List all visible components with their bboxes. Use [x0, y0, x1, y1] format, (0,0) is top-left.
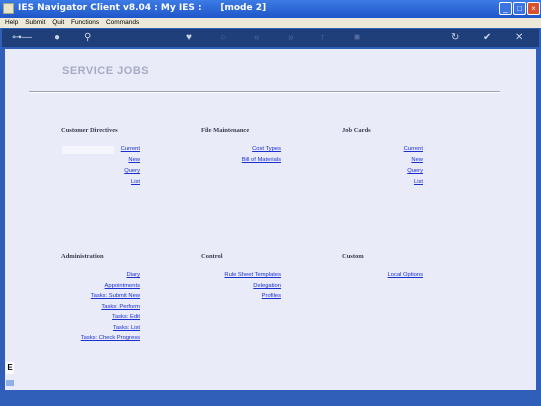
app-window: IES Navigator Client v8.04 : My IES : [m…	[0, 0, 541, 406]
forward-icon[interactable]: »	[288, 32, 294, 44]
main-content: SERVICE JOBS Customer Directives Current…	[5, 49, 536, 390]
tasks-check-progress-link[interactable]: Tasks: Check Progress	[81, 335, 140, 341]
customer-directives-list-link[interactable]: List	[131, 179, 140, 185]
customer-directives-query-link[interactable]: Query	[124, 168, 140, 174]
close-window-button[interactable]: ×	[527, 2, 540, 15]
section-heading-control: Control	[201, 253, 223, 260]
back-icon[interactable]: «	[254, 32, 260, 44]
section-heading-customer-directives: Customer Directives	[61, 127, 118, 134]
status-bar	[0, 391, 541, 406]
key-icon[interactable]: ⊶—	[12, 32, 32, 44]
section-heading-custom: Custom	[342, 253, 364, 260]
profiles-link[interactable]: Profiles	[262, 293, 281, 299]
menu-submit[interactable]: Submit	[25, 18, 45, 28]
section-heading-administration: Administration	[61, 253, 104, 260]
window-title: IES Navigator Client v8.04 : My IES : [m…	[18, 3, 267, 13]
menu-commands[interactable]: Commands	[106, 18, 139, 28]
refresh-icon[interactable]: ↻	[451, 32, 459, 44]
rule-sheet-templates-link[interactable]: Rule Sheet Templates	[224, 272, 281, 278]
check-icon[interactable]: ✔	[483, 32, 491, 44]
minimize-button[interactable]: _	[499, 2, 512, 15]
app-icon	[3, 3, 14, 14]
diary-link[interactable]: Diary	[126, 272, 140, 278]
local-options-link[interactable]: Local Options	[388, 272, 423, 278]
tasks-perform-link[interactable]: Tasks: Perform	[101, 304, 140, 310]
stop-icon[interactable]: ■	[354, 32, 360, 44]
upload-icon[interactable]: ↑	[320, 32, 325, 44]
side-app-icon[interactable]: E	[6, 362, 14, 374]
menu-quit[interactable]: Quit	[52, 18, 64, 28]
job-cards-list-link[interactable]: List	[414, 179, 423, 185]
bill-of-materials-link[interactable]: Bill of Materials	[242, 157, 281, 163]
side-bar-icon	[6, 380, 14, 386]
circle-icon[interactable]: ○	[220, 32, 226, 44]
section-heading-job-cards: Job Cards	[342, 127, 371, 134]
title-bar: IES Navigator Client v8.04 : My IES : [m…	[0, 0, 541, 18]
search-icon[interactable]: ⚲	[84, 32, 91, 44]
customer-directives-new-link[interactable]: New	[128, 157, 140, 163]
tasks-submit-new-link[interactable]: Tasks: Submit New	[91, 293, 140, 299]
menu-bar: Help Submit Quit Functions Commands	[0, 18, 541, 28]
tasks-list-link[interactable]: Tasks: List	[113, 325, 140, 331]
appointments-link[interactable]: Appointments	[105, 283, 140, 289]
job-cards-query-link[interactable]: Query	[407, 168, 423, 174]
section-heading-file-maintenance: File Maintenance	[201, 127, 250, 134]
tasks-edit-link[interactable]: Tasks: Edit	[112, 314, 140, 320]
cost-types-link[interactable]: Cost Types	[252, 146, 281, 152]
info-icon[interactable]: ●	[54, 32, 60, 44]
delegation-link[interactable]: Delegation	[253, 283, 281, 289]
job-cards-new-link[interactable]: New	[411, 157, 423, 163]
heart-icon[interactable]: ♥	[186, 32, 192, 44]
toolbar: ⊶— ● ⚲ ♥ ○ « » ↑ ■ ↻ ✔ ✕	[2, 29, 539, 47]
row-highlight	[62, 146, 114, 154]
close-icon[interactable]: ✕	[515, 32, 523, 44]
maximize-button[interactable]: □	[513, 2, 526, 15]
menu-functions[interactable]: Functions	[71, 18, 99, 28]
job-cards-current-link[interactable]: Current	[404, 146, 423, 152]
page-title: SERVICE JOBS	[62, 65, 150, 77]
divider	[29, 91, 500, 93]
customer-directives-current-link[interactable]: Current	[121, 146, 140, 152]
menu-help[interactable]: Help	[5, 18, 18, 28]
